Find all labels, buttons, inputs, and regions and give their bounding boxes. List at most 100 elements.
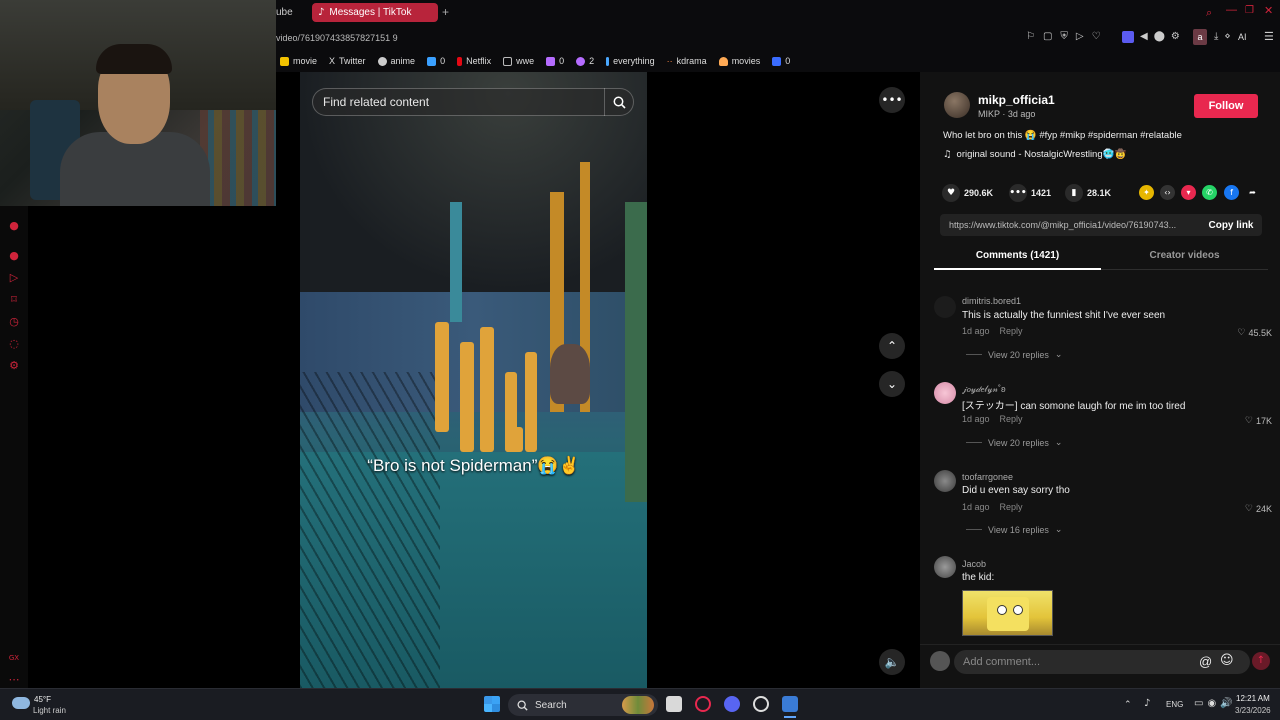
creator-avatar[interactable] bbox=[944, 92, 970, 118]
next-video-button[interactable]: ⌄ bbox=[879, 371, 905, 397]
view-replies-button[interactable]: View 20 replies ⌄ bbox=[966, 349, 1062, 360]
comment-username[interactable]: 𝒿𝑜𝓎𝒹𝑒𝓁𝓎𝓃˚ʚ bbox=[962, 384, 1006, 395]
mention-icon[interactable]: @ bbox=[1199, 654, 1212, 669]
ai-icon[interactable]: AI bbox=[1238, 32, 1247, 42]
comment-text: [ステッカー] can somone laugh for me im too t… bbox=[962, 401, 1186, 412]
previous-video-button[interactable]: ⌃ bbox=[879, 333, 905, 359]
sidebar-chat-icon[interactable]: ◌ bbox=[8, 338, 20, 350]
new-tab-button[interactable]: + bbox=[442, 5, 449, 19]
sidebar-play-icon[interactable]: ▷ bbox=[8, 272, 20, 284]
emoji-icon[interactable]: ☺ bbox=[1220, 653, 1234, 668]
bookmark-folder-d[interactable]: 0 bbox=[772, 56, 790, 66]
follow-button[interactable]: Follow bbox=[1194, 94, 1258, 118]
whatsapp-icon[interactable]: ✆ bbox=[1202, 185, 1217, 200]
like-action[interactable]: ♥ 290.6K bbox=[942, 184, 993, 202]
comment-like[interactable]: ♡ 24K bbox=[1245, 503, 1272, 514]
view-replies-button[interactable]: View 16 replies ⌄ bbox=[966, 524, 1062, 535]
comment-action[interactable]: ••• 1421 bbox=[1009, 184, 1051, 202]
reply-button[interactable]: Reply bbox=[1000, 414, 1023, 424]
discord-icon[interactable] bbox=[724, 696, 740, 712]
bookmark-folder-b[interactable]: 0 bbox=[546, 56, 564, 66]
weather-cloud-icon[interactable] bbox=[12, 697, 30, 709]
comment-sticker-image[interactable] bbox=[962, 590, 1053, 636]
search-button[interactable] bbox=[604, 88, 634, 116]
maximize-icon[interactable]: ❐ bbox=[1245, 5, 1254, 16]
reply-button[interactable]: Reply bbox=[1000, 326, 1023, 336]
comment-username[interactable]: toofarrgonee bbox=[962, 472, 1013, 482]
close-icon[interactable]: ✕ bbox=[1264, 4, 1273, 17]
bookmark-everything[interactable]: everything bbox=[606, 56, 655, 66]
bookmark-netflix[interactable]: Netflix bbox=[457, 56, 491, 66]
embed-icon[interactable]: ‹› bbox=[1160, 185, 1175, 200]
extension-icon[interactable] bbox=[1122, 31, 1134, 43]
sidebar-dot-icon[interactable]: ● bbox=[8, 220, 20, 232]
view-replies-button[interactable]: View 20 replies ⌄ bbox=[966, 437, 1062, 448]
toolbar-icons[interactable]: ⚐▢⛨▷♡ bbox=[1026, 31, 1109, 42]
tab-tiktok-messages[interactable]: ♪ Messages | TikTok bbox=[312, 3, 438, 22]
sidebar-bookmark-icon[interactable]: ⌑ bbox=[8, 294, 20, 306]
related-search-input[interactable]: Find related content bbox=[312, 88, 634, 116]
taskbar-search[interactable]: Search bbox=[508, 694, 658, 716]
profile-icon[interactable]: a bbox=[1193, 29, 1207, 45]
comment-text: This is actually the funniest shit I've … bbox=[962, 310, 1166, 321]
facebook-icon[interactable]: f bbox=[1224, 185, 1239, 200]
steam-icon[interactable] bbox=[753, 696, 769, 712]
sidebar-history-icon[interactable]: ◷ bbox=[8, 316, 20, 328]
windows-start-icon[interactable] bbox=[484, 696, 500, 712]
share-arrow-icon[interactable]: ➦ bbox=[1245, 185, 1260, 200]
bookmark-anime[interactable]: anime bbox=[377, 56, 415, 66]
file-explorer-icon[interactable] bbox=[666, 696, 682, 712]
video-player[interactable] bbox=[300, 72, 647, 688]
opera-gx-icon[interactable] bbox=[695, 696, 711, 712]
clock-time[interactable]: 12:21 AM bbox=[1236, 694, 1270, 703]
sidebar-settings-icon[interactable]: ⚙ bbox=[8, 360, 20, 372]
bookmark-movie[interactable]: movie bbox=[280, 56, 317, 66]
comment-like[interactable]: ♡ 17K bbox=[1245, 415, 1272, 426]
bookmark-folder-c[interactable]: 2 bbox=[576, 56, 594, 66]
search-tabs-icon[interactable]: ⌕ bbox=[1206, 6, 1212, 20]
tab-comments[interactable]: Comments (1421) bbox=[934, 250, 1101, 270]
comment-avatar[interactable] bbox=[934, 556, 956, 578]
x-icon: X bbox=[329, 56, 336, 66]
copy-link-button[interactable]: Copy link bbox=[1200, 214, 1262, 236]
bookmark-folder-a[interactable]: 0 bbox=[427, 56, 445, 66]
extension-icons[interactable]: ◀⬤⚙ bbox=[1140, 31, 1186, 42]
language-indicator[interactable]: ENG bbox=[1166, 700, 1183, 709]
more-options-button[interactable]: ••• bbox=[879, 87, 905, 113]
sidebar-extra-icon[interactable]: GX bbox=[8, 652, 20, 664]
weather-temp[interactable]: 45°F bbox=[34, 695, 51, 704]
minimize-icon[interactable]: — bbox=[1226, 4, 1237, 16]
network-volume-icons[interactable]: ▭◉🔊 bbox=[1194, 698, 1237, 709]
download-icon[interactable]: ⤓⋄ bbox=[1214, 31, 1237, 42]
comment-avatar[interactable] bbox=[934, 382, 956, 404]
tab-creator-videos[interactable]: Creator videos bbox=[1101, 250, 1268, 270]
tray-overflow-icon[interactable]: ⌃ bbox=[1124, 699, 1132, 710]
post-sound[interactable]: ♫ original sound - NostalgicWrestling🥶🤠 bbox=[943, 149, 1126, 160]
address-bar[interactable]: video/761907433857827151 9 ⚐▢⛨▷♡ ◀⬤⚙ a ⤓… bbox=[276, 26, 1280, 50]
tab-youtube[interactable]: ube bbox=[276, 7, 293, 18]
bookmark-wwe[interactable]: wwe bbox=[503, 56, 534, 66]
microphone-icon[interactable]: ♪ bbox=[1144, 698, 1150, 709]
bookmark-kdrama[interactable]: ·· kdrama bbox=[667, 56, 707, 66]
clock-date[interactable]: 3/23/2026 bbox=[1235, 706, 1271, 715]
creator-username[interactable]: mikp_officia1 bbox=[978, 93, 1055, 107]
menu-icon[interactable]: ☰ bbox=[1264, 30, 1274, 43]
weather-desc[interactable]: Light rain bbox=[33, 706, 66, 715]
volume-button[interactable]: 🔈 bbox=[879, 649, 905, 675]
sidebar-more-icon[interactable]: ⋯ bbox=[8, 674, 20, 686]
save-action[interactable]: ▮ 28.1K bbox=[1065, 184, 1111, 202]
active-app-icon[interactable] bbox=[782, 696, 798, 712]
comment-avatar[interactable] bbox=[934, 296, 956, 318]
comment-username[interactable]: Jacob bbox=[962, 559, 986, 569]
sidebar-music-icon[interactable]: ● bbox=[8, 250, 20, 262]
share-coin-icon[interactable]: ✦ bbox=[1139, 185, 1154, 200]
bookmark-movies[interactable]: movies bbox=[718, 56, 760, 66]
reply-button[interactable]: Reply bbox=[1000, 502, 1023, 512]
comment-avatar[interactable] bbox=[934, 470, 956, 492]
comment-like[interactable]: ♡ 45.5K bbox=[1237, 327, 1272, 338]
post-comment-button[interactable]: ↑ bbox=[1252, 652, 1270, 670]
share-send-icon[interactable]: ▾ bbox=[1181, 185, 1196, 200]
bookmark-twitter[interactable]: X Twitter bbox=[329, 56, 366, 66]
comment-username[interactable]: dimitris.bored1 bbox=[962, 296, 1021, 306]
url-text[interactable]: video/761907433857827151 9 bbox=[276, 33, 398, 43]
